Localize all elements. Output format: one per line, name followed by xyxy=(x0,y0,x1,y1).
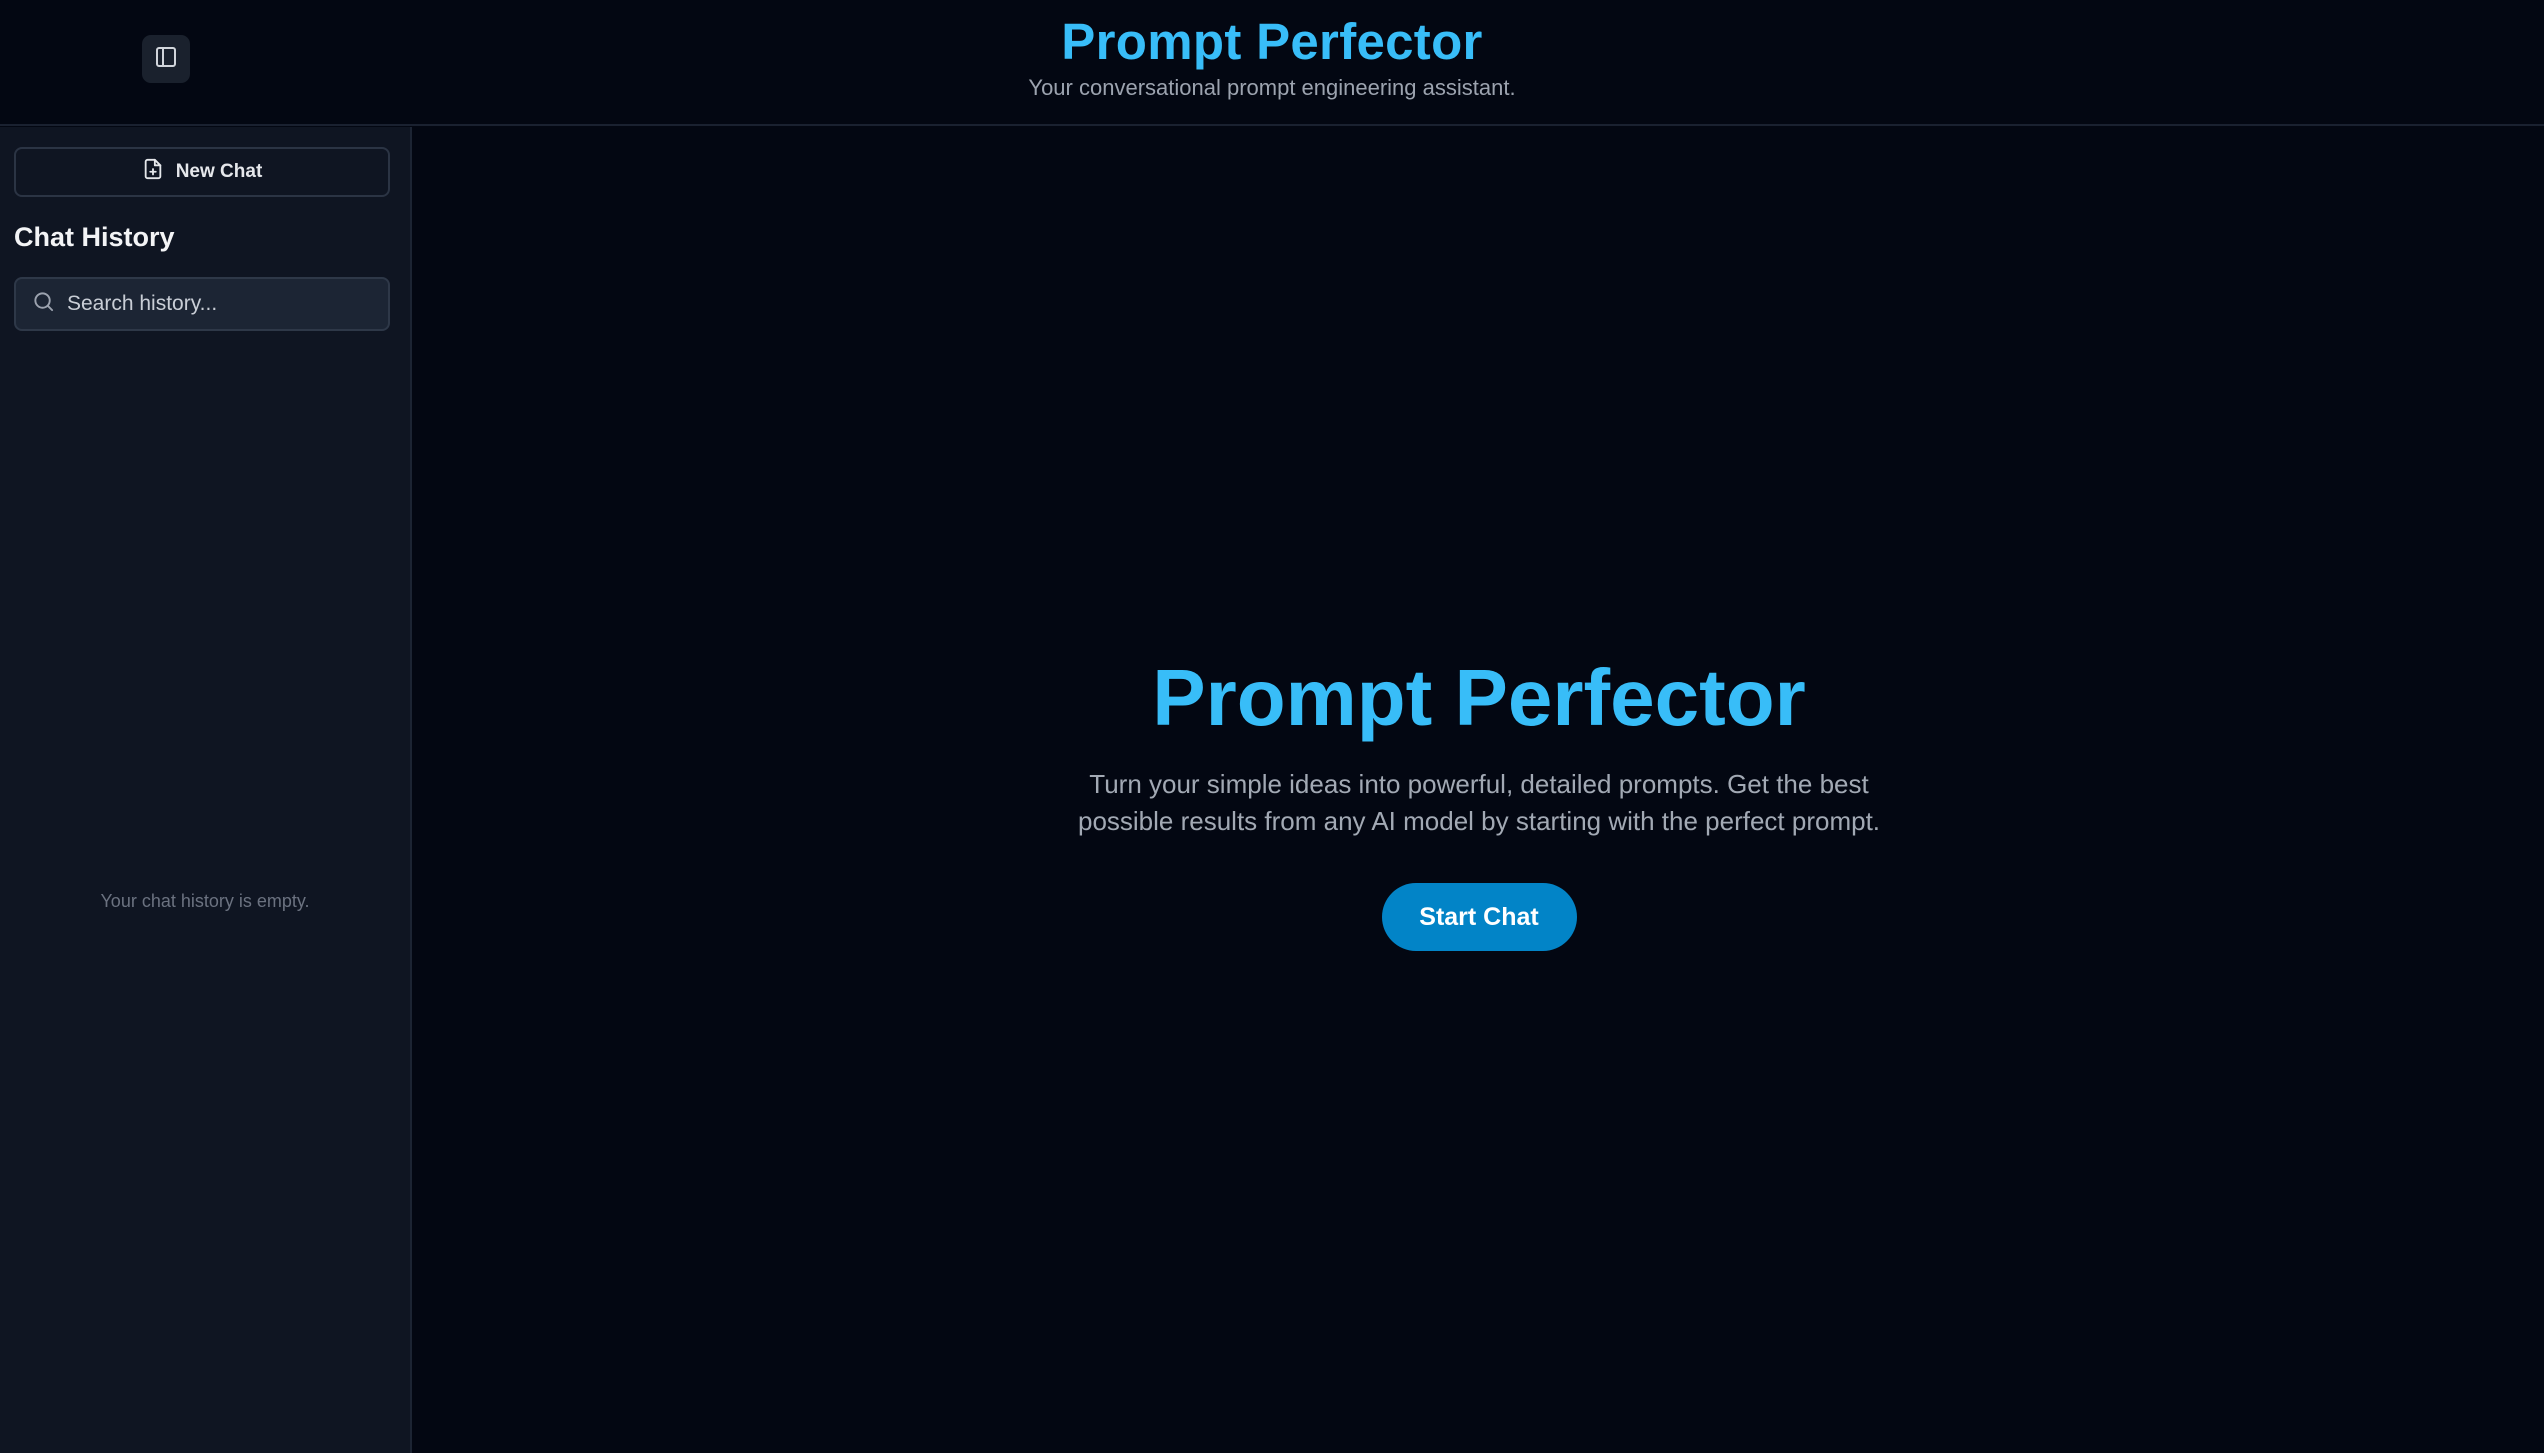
search-icon xyxy=(32,290,55,318)
hero-description: Turn your simple ideas into powerful, de… xyxy=(1077,769,1881,836)
hero-section: Prompt Perfector Turn your simple ideas … xyxy=(414,652,2544,951)
hero-title: Prompt Perfector xyxy=(1152,653,1806,742)
main-content: Prompt Perfector Turn your simple ideas … xyxy=(414,127,2544,1453)
empty-history-message: Your chat history is empty. xyxy=(100,891,310,911)
history-search-box[interactable] xyxy=(14,277,390,331)
new-chat-button[interactable]: New Chat xyxy=(14,147,390,197)
top-header: Prompt Perfector Your conversational pro… xyxy=(0,0,2544,126)
new-chat-label: New Chat xyxy=(175,161,263,182)
app-title: Prompt Perfector xyxy=(1061,13,1483,70)
file-plus-icon xyxy=(142,157,164,187)
history-search-input[interactable] xyxy=(67,292,388,316)
app-root: Prompt Perfector Your conversational pro… xyxy=(0,0,2544,1453)
start-chat-button[interactable]: Start Chat xyxy=(1381,883,1577,951)
sidebar: New Chat Chat History Your chat history … xyxy=(0,127,412,1453)
app-subtitle: Your conversational prompt engineering a… xyxy=(1028,75,1516,100)
chat-history-heading: Chat History xyxy=(14,222,175,252)
